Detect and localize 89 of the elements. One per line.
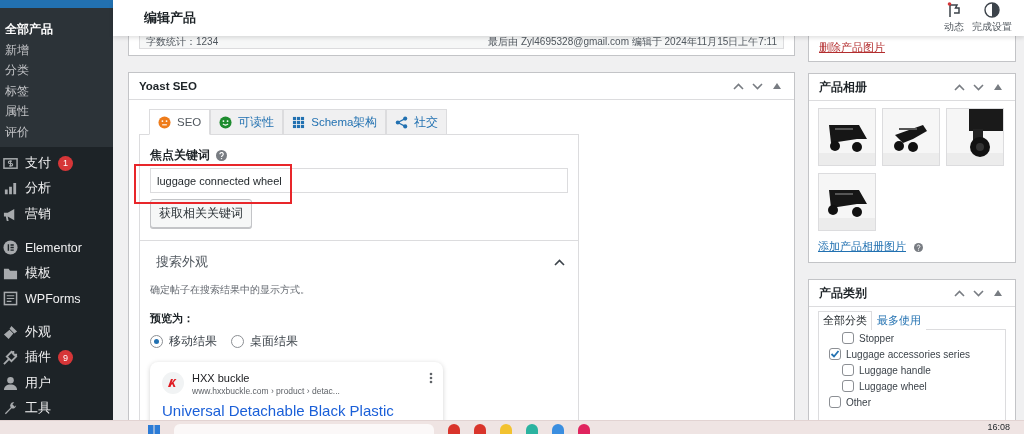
submenu-item[interactable]: 新增 — [0, 39, 113, 61]
help-icon[interactable] — [216, 150, 227, 161]
submenu-item[interactable]: 评价 — [0, 121, 113, 143]
dollar-icon — [3, 155, 18, 171]
header-action[interactable]: 完成设置 — [968, 2, 1016, 34]
menu-item[interactable]: 分析 — [0, 176, 113, 202]
field-label: 焦点关键词 — [150, 148, 210, 163]
user-icon — [3, 375, 18, 391]
snippet-title[interactable]: Universal Detachable Black Plastic — [162, 402, 433, 419]
bar-chart-icon — [3, 181, 18, 197]
app-icon[interactable] — [448, 424, 460, 434]
search-appearance-toggle[interactable]: 搜索外观 — [150, 241, 568, 271]
clock: 16:08 — [987, 423, 1011, 432]
menu-item[interactable]: 用户 — [0, 370, 113, 397]
app-icon[interactable] — [578, 424, 590, 434]
submenu-item[interactable]: 全部产品 — [0, 19, 113, 40]
panel-title: 产品类别 — [819, 285, 868, 301]
snippet-url: www.hxxbuckle.com › product › detac... — [192, 386, 341, 396]
menu-item[interactable]: 支付 1 — [0, 150, 113, 177]
menu-item[interactable]: Elementor — [0, 235, 113, 261]
collapse-triangle-icon[interactable] — [993, 290, 1002, 296]
site-logo-icon — [162, 372, 184, 394]
preview-label: 预览为： — [150, 311, 195, 326]
checkbox[interactable] — [829, 348, 841, 360]
menu-item[interactable]: 工具 — [0, 396, 113, 420]
help-icon[interactable] — [914, 242, 923, 252]
radio-label: 移动结果 — [169, 334, 217, 349]
chevron-up-icon[interactable] — [954, 289, 965, 297]
site-name: HXX buckle — [192, 372, 251, 384]
tab[interactable]: SEO — [149, 109, 211, 135]
submenu-item[interactable]: 分类 — [0, 60, 113, 81]
menu-item[interactable]: 插件 9 — [0, 345, 113, 371]
smiley-face-icon — [219, 115, 233, 129]
radio-button[interactable] — [231, 335, 244, 348]
tab[interactable]: 可读性 — [210, 109, 284, 135]
menu-item[interactable]: WPForms — [0, 286, 113, 312]
chevron-down-icon[interactable] — [752, 82, 763, 90]
menu-item[interactable]: 外观 — [0, 319, 113, 346]
flag-icon — [947, 2, 961, 18]
form-icon — [3, 291, 18, 307]
contrast-icon — [984, 2, 1000, 18]
menu-item[interactable]: 模板 — [0, 260, 113, 287]
submenu-item[interactable]: 属性 — [0, 101, 113, 122]
chevron-down-icon[interactable] — [973, 83, 984, 91]
panel-title: Yoast SEO — [139, 80, 198, 92]
related-keyphrases-button[interactable]: 获取相关关键词 — [150, 199, 252, 228]
frown-face-icon — [158, 115, 171, 129]
chevron-up-icon[interactable] — [733, 82, 744, 90]
share-icon — [395, 115, 409, 129]
checkbox[interactable] — [842, 332, 854, 344]
category-label: Luggage accessories series — [846, 348, 970, 360]
elementor-icon — [3, 240, 18, 256]
chevron-down-icon[interactable] — [973, 289, 984, 297]
app-icon[interactable] — [552, 424, 564, 434]
radio-label: 桌面结果 — [250, 334, 298, 349]
page-title: 编辑产品 — [144, 9, 197, 27]
last-edited: 最后由 Zyl4695328@gmail.com 编辑于 2024年11月15日上午7:11 — [488, 36, 777, 49]
checkbox[interactable] — [829, 396, 841, 408]
grid-icon — [292, 115, 306, 129]
tab[interactable]: Schema架构 — [283, 109, 387, 135]
word-count: 字数统计：1234 — [146, 36, 219, 49]
wrench-icon — [3, 401, 18, 417]
chevron-up-icon[interactable] — [954, 83, 965, 91]
count-badge: 1 — [58, 155, 73, 171]
more-icon[interactable] — [429, 372, 433, 384]
radio-button[interactable] — [150, 335, 163, 348]
count-badge: 9 — [58, 350, 73, 366]
header-action[interactable]: 动态 — [940, 2, 968, 34]
brush-icon — [3, 324, 18, 340]
tab[interactable]: 全部分类 — [818, 311, 872, 330]
tab[interactable]: 社交 — [386, 109, 448, 135]
description: 确定帖子在搜索结果中的显示方式。 — [150, 283, 311, 297]
panel-title: 产品相册 — [819, 79, 868, 95]
plug-icon — [3, 350, 18, 366]
keyphrase-field[interactable]: luggage connected wheel — [150, 168, 568, 193]
submenu-item[interactable]: 标签 — [0, 80, 113, 102]
menu-item[interactable]: 营销 — [0, 201, 113, 228]
app-icon[interactable] — [526, 424, 538, 434]
add-gallery-images-link[interactable]: 添加产品相册图片 — [818, 240, 906, 254]
category-label: Stopper — [859, 332, 895, 344]
remove-image-link[interactable]: 删除产品图片 — [819, 41, 885, 53]
checkbox[interactable] — [842, 380, 854, 392]
checkbox[interactable] — [842, 364, 854, 376]
category-label: Luggage wheel — [859, 380, 927, 392]
app-icon[interactable] — [474, 424, 486, 434]
category-label: Other — [846, 396, 871, 408]
collapse-triangle-icon[interactable] — [772, 83, 781, 89]
collapse-triangle-icon[interactable] — [993, 84, 1002, 90]
category-label: Luggage handle — [859, 364, 931, 376]
